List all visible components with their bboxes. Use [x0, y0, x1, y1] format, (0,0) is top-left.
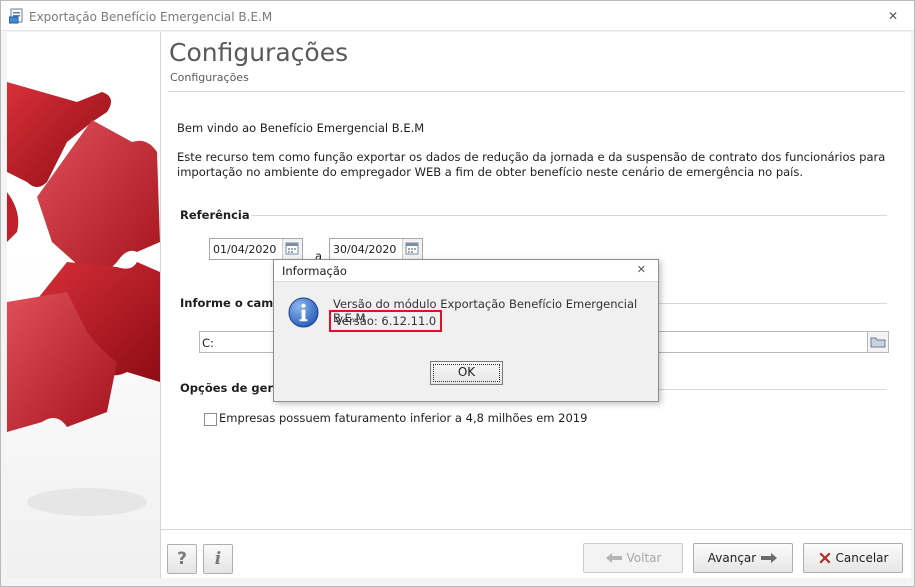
cancel-button-label: Cancelar	[835, 551, 889, 565]
arrow-right-icon	[761, 553, 778, 563]
dialog-close-icon[interactable]: ✕	[637, 263, 646, 276]
information-icon	[288, 297, 319, 328]
page-subtitle: Configurações	[170, 71, 249, 84]
dialog-ok-button[interactable]: OK	[430, 361, 503, 385]
back-button-label: Voltar	[626, 551, 662, 565]
cancel-button[interactable]: Cancelar	[803, 543, 903, 573]
referencia-heading: Referência	[180, 208, 250, 222]
arrow-left-icon	[605, 553, 622, 563]
dialog-title-bar: Informação ✕	[274, 260, 658, 282]
welcome-text: Bem vindo ao Benefício Emergencial B.E.M	[177, 121, 425, 135]
calendar-icon[interactable]	[282, 239, 302, 259]
date-to-value: 30/04/2020	[333, 243, 397, 256]
next-button-label: Avançar	[707, 551, 757, 565]
footer-divider	[161, 529, 912, 530]
puzzle-illustration	[7, 82, 160, 516]
date-to-field[interactable]: 30/04/2020	[329, 238, 423, 260]
faturamento-checkbox[interactable]	[204, 413, 217, 426]
app-icon	[9, 8, 23, 24]
description-text: Este recurso tem como função exportar os…	[177, 150, 886, 179]
puzzle-banner	[7, 32, 160, 578]
date-from-value: 01/04/2020	[213, 243, 277, 256]
close-icon[interactable]: ✕	[886, 9, 900, 23]
folder-icon[interactable]	[867, 331, 889, 353]
dialog-version-highlight: Versão: 6.12.11.0	[329, 310, 443, 332]
next-button[interactable]: Avançar	[693, 543, 793, 573]
help-button[interactable]: ?	[167, 544, 197, 574]
faturamento-checkbox-label: Empresas possuem faturamento inferior a …	[219, 411, 588, 425]
title-bar: Exportação Benefício Emergencial B.E.M ✕	[1, 1, 914, 31]
referencia-divider	[251, 215, 887, 216]
info-button[interactable]: i	[203, 544, 233, 574]
info-dialog: Informação ✕ Versão do módulo Exportação…	[273, 259, 659, 402]
date-from-field[interactable]: 01/04/2020	[209, 238, 303, 260]
header-divider	[168, 91, 905, 92]
page-title: Configurações	[169, 38, 349, 67]
focus-rect	[433, 364, 500, 382]
back-button[interactable]: Voltar	[583, 543, 683, 573]
main-window: Exportação Benefício Emergencial B.E.M ✕	[0, 0, 915, 587]
dialog-title: Informação	[282, 264, 347, 278]
window-title: Exportação Benefício Emergencial B.E.M	[29, 10, 273, 24]
calendar-icon[interactable]	[402, 239, 422, 259]
cancel-icon	[819, 552, 830, 564]
